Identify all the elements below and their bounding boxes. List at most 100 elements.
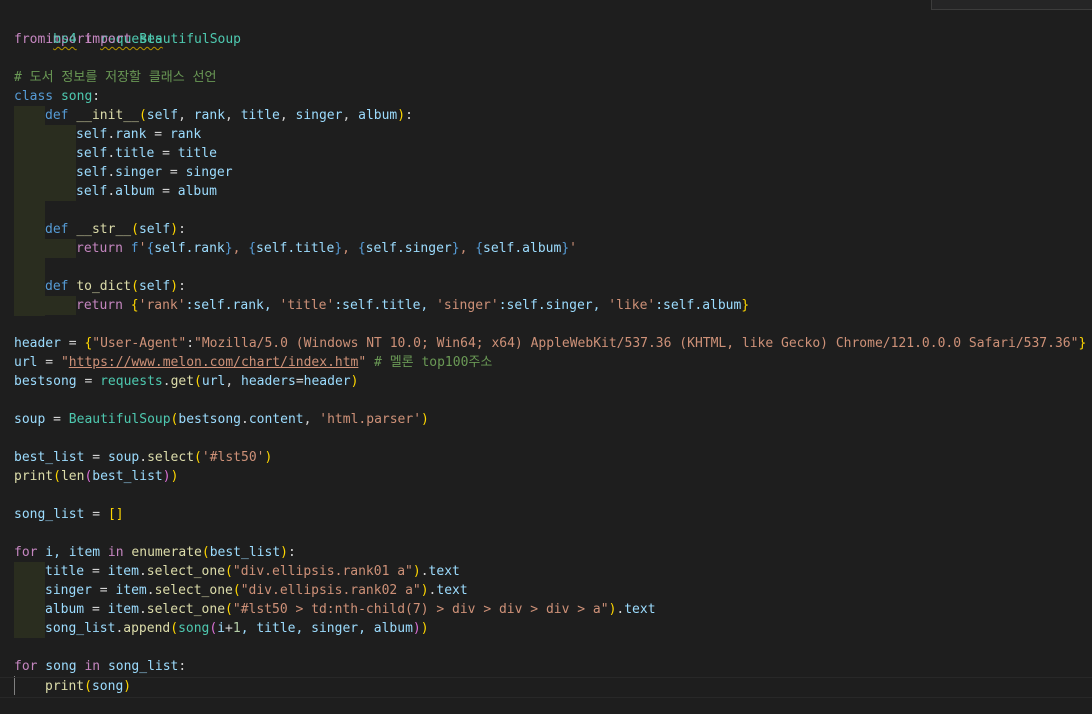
brackets: []	[107, 507, 124, 522]
function-name: select	[147, 450, 195, 465]
code-line-append[interactable]: song_list.append(song(i+1, title, singer…	[45, 619, 429, 638]
code-line-return-fstring[interactable]: return f'{self.rank}, {self.title}, {sel…	[76, 239, 577, 258]
keyword: for	[14, 659, 38, 674]
code-line-for-enumerate[interactable]: for i, item in enumerate(best_list):	[14, 543, 296, 562]
function-name: select_one	[154, 583, 233, 598]
code-line-2[interactable]: from bs4 import BeautifulSoup	[14, 30, 241, 49]
indent-guide-init	[45, 125, 76, 201]
function-name: select_one	[146, 602, 226, 617]
attr: album	[115, 184, 155, 199]
self: self	[76, 146, 108, 161]
function-name: append	[123, 621, 171, 636]
paren: (	[53, 469, 61, 484]
brace: }	[561, 241, 570, 256]
code-line-return-dict[interactable]: return {'rank':self.rank, 'title':self.t…	[76, 296, 749, 315]
code-line-for-song[interactable]: for song in song_list:	[14, 657, 186, 676]
brace: {	[475, 241, 484, 256]
keyword: in	[76, 659, 108, 674]
code-line-url[interactable]: url = "https://www.melon.com/chart/index…	[14, 353, 492, 372]
code-line-assign-rank[interactable]: self.rank = rank	[76, 125, 201, 144]
brace: }	[1078, 336, 1087, 351]
code-line-def-str[interactable]: def __str__(self):	[45, 220, 186, 239]
paren: )	[170, 279, 179, 294]
code-line-bestsong[interactable]: bestsong = requests.get(url, headers=hea…	[14, 372, 358, 391]
dot: .	[420, 564, 429, 579]
code-line-print-len[interactable]: print(len(best_list))	[14, 467, 178, 486]
object: song_list	[45, 621, 116, 636]
code-line-singer-select[interactable]: singer = item.select_one("div.ellipsis.r…	[45, 581, 468, 600]
function-name: __init__	[76, 108, 139, 123]
paren: (	[225, 602, 233, 617]
brace: }	[451, 241, 460, 256]
paren: (	[170, 621, 179, 636]
code-line-comment[interactable]: # 도서 정보를 저장할 클래스 선언	[14, 68, 216, 87]
paren: )	[412, 564, 421, 579]
brace: {	[130, 298, 139, 313]
module-name: requests	[100, 374, 163, 389]
expr: self.album	[483, 241, 562, 256]
self: self	[76, 184, 108, 199]
selector-string: "#lst50 > td:nth-child(7) > div > div > …	[232, 602, 609, 617]
code-line-def-todict[interactable]: def to_dict(self):	[45, 277, 186, 296]
brace: {	[357, 241, 366, 256]
current-line-highlight	[0, 677, 1092, 698]
function-name: to_dict	[76, 279, 132, 294]
param: self	[138, 222, 171, 237]
dict-key: "User-Agent"	[92, 336, 187, 351]
paren: )	[170, 222, 179, 237]
code-line-print-song[interactable]: print(song)	[45, 677, 131, 696]
keyword: return	[76, 298, 123, 313]
keyword: in	[100, 545, 132, 560]
keyword: import	[84, 32, 132, 47]
eq: =	[295, 374, 304, 389]
dict-value: :self.album	[655, 298, 742, 313]
code-line-best-list[interactable]: best_list = soup.select('#lst50')	[14, 448, 272, 467]
paren: (	[138, 108, 147, 123]
paren: )	[264, 450, 273, 465]
loop-var: song	[37, 659, 77, 674]
variable: song_list	[14, 507, 85, 522]
variable: singer	[45, 583, 92, 598]
dot: .	[107, 165, 116, 180]
arg: header	[303, 374, 351, 389]
url-link[interactable]: https://www.melon.com/chart/index.htm	[69, 355, 359, 370]
param: title	[240, 108, 280, 123]
brace: }	[224, 241, 233, 256]
string: 'html.parser'	[319, 412, 422, 427]
sep: ,	[342, 108, 359, 123]
class-name: BeautifulSoup	[139, 32, 241, 47]
colon: :	[178, 659, 187, 674]
paren: )	[420, 621, 429, 636]
code-line-assign-title[interactable]: self.title = title	[76, 144, 217, 163]
dot: .	[138, 602, 147, 617]
paren: (	[84, 679, 92, 694]
arg: best_list	[209, 545, 281, 560]
comment: # 멜론 top100주소	[366, 355, 493, 370]
code-line-assign-singer[interactable]: self.singer = singer	[76, 163, 233, 182]
code-line-soup[interactable]: soup = BeautifulSoup(bestsong.content, '…	[14, 410, 429, 429]
code-line-song-list[interactable]: song_list = []	[14, 505, 124, 524]
brace: }	[334, 241, 343, 256]
attr: title	[115, 146, 155, 161]
code-line-class[interactable]: class song:	[14, 87, 100, 106]
eq: =	[76, 374, 101, 389]
dict-key: 'singer'	[436, 298, 499, 313]
class-name: song	[60, 89, 93, 104]
eq: =	[84, 564, 108, 579]
code-line-header[interactable]: header = {"User-Agent":"Mozilla/5.0 (Win…	[14, 334, 1086, 353]
param: singer	[295, 108, 343, 123]
value: title	[177, 146, 217, 161]
code-line-1[interactable]: import requests	[14, 11, 162, 47]
sep: ,	[459, 241, 476, 256]
eq: =	[60, 336, 85, 351]
code-editor[interactable]: import requests from bs4 import Beautifu…	[0, 0, 1092, 714]
code-line-assign-album[interactable]: self.album = album	[76, 182, 217, 201]
colon: :	[178, 222, 186, 237]
code-line-def-init[interactable]: def __init__(self, rank, title, singer, …	[45, 106, 413, 125]
code-line-title-select[interactable]: title = item.select_one("div.ellipsis.ra…	[45, 562, 460, 581]
code-line-album-select[interactable]: album = item.select_one("#lst50 > td:nth…	[45, 600, 656, 619]
variable: soup	[14, 412, 46, 427]
attr: text	[436, 583, 468, 598]
user-agent-string: "Mozilla/5.0 (Windows NT 10.0; Win64; x6…	[194, 336, 1079, 351]
function-name: print	[14, 469, 54, 484]
